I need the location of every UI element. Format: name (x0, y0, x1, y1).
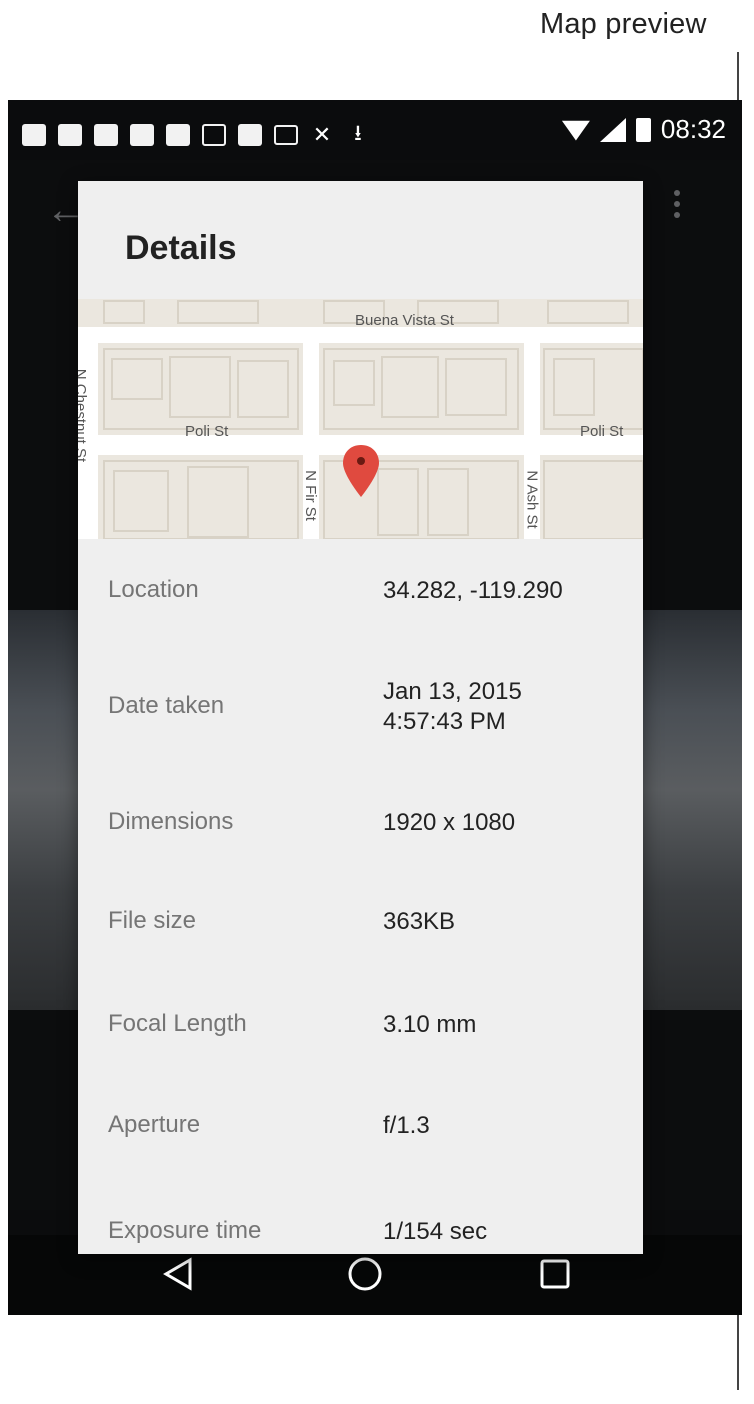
wifi-icon (561, 120, 590, 141)
status-bar: ✕ ⭳ 08:32 (8, 100, 742, 160)
map-label-ash: N Ash St (523, 470, 541, 529)
detail-label: Date taken (108, 692, 225, 719)
chat-icon (58, 124, 82, 146)
detail-row-dimensions: Dimensions 1920 x 1080 (108, 808, 628, 848)
download-icon: ⭳ (354, 120, 362, 145)
annotation-title: Map preview (540, 8, 707, 40)
detail-value: 363KB (383, 908, 456, 935)
status-time: 08:32 (660, 114, 726, 144)
detail-row-aperture: Aperture f/1.3 (108, 1111, 628, 1151)
message-icon (22, 124, 46, 146)
chat-icon (166, 124, 190, 146)
detail-row-focal-length: Focal Length 3.10 mm (108, 1010, 628, 1050)
detail-label: Aperture (108, 1111, 201, 1138)
map-label-chestnut: N Chestnut St (78, 369, 90, 463)
detail-row-file-size: File size 363KB (108, 907, 628, 947)
dialog-title: Details (125, 229, 237, 267)
detail-label: Location (108, 576, 199, 603)
detail-label: Focal Length (108, 1010, 247, 1037)
detail-label: File size (108, 907, 197, 934)
signal-icon (599, 117, 626, 142)
email-icon (274, 125, 298, 145)
detail-value: 1/154 sec (383, 1218, 488, 1245)
back-triangle-icon[interactable] (153, 1249, 203, 1299)
detail-label: Exposure time (108, 1217, 262, 1244)
detail-row-date-taken: Date taken Jan 13, 2015 4:57:43 PM (108, 677, 628, 747)
voicemail-icon (238, 124, 262, 146)
details-dialog: Details Buena Vista St Poli St Poli St C… (78, 181, 643, 1254)
recents-square-icon[interactable] (530, 1249, 580, 1299)
chat-icon (94, 124, 118, 146)
map-preview[interactable]: Buena Vista St Poli St Poli St N Chestnu… (78, 299, 643, 539)
overflow-menu-icon[interactable] (674, 190, 680, 218)
map-label-fir: N Fir St (301, 470, 319, 521)
map-label-poli-left: Poli St (185, 423, 229, 440)
detail-row-exposure-time: Exposure time 1/154 sec (108, 1217, 628, 1254)
detail-value: 3.10 mm (383, 1011, 477, 1038)
status-right: 08:32 (561, 114, 726, 145)
detail-value: 1920 x 1080 (383, 809, 516, 836)
detail-value: Jan 13, 2015 4:57:43 PM (383, 678, 522, 735)
detail-value: f/1.3 (383, 1112, 430, 1139)
detail-row-location: Location 34.282, -119.290 (108, 576, 628, 636)
home-circle-icon[interactable] (340, 1249, 390, 1299)
notification-icons: ✕ ⭳ (22, 116, 370, 154)
map-label-poli-right: Poli St (580, 423, 624, 440)
detail-value: 34.282, -119.290 (383, 577, 563, 604)
missed-call-icon: ✕ (312, 122, 332, 147)
battery-icon (635, 117, 651, 142)
detail-label: Dimensions (108, 808, 234, 835)
gallery-icon (202, 124, 226, 146)
map-pin-icon (343, 445, 379, 497)
chat-icon (130, 124, 154, 146)
map-label-buena-vista: Buena Vista St (355, 312, 454, 329)
